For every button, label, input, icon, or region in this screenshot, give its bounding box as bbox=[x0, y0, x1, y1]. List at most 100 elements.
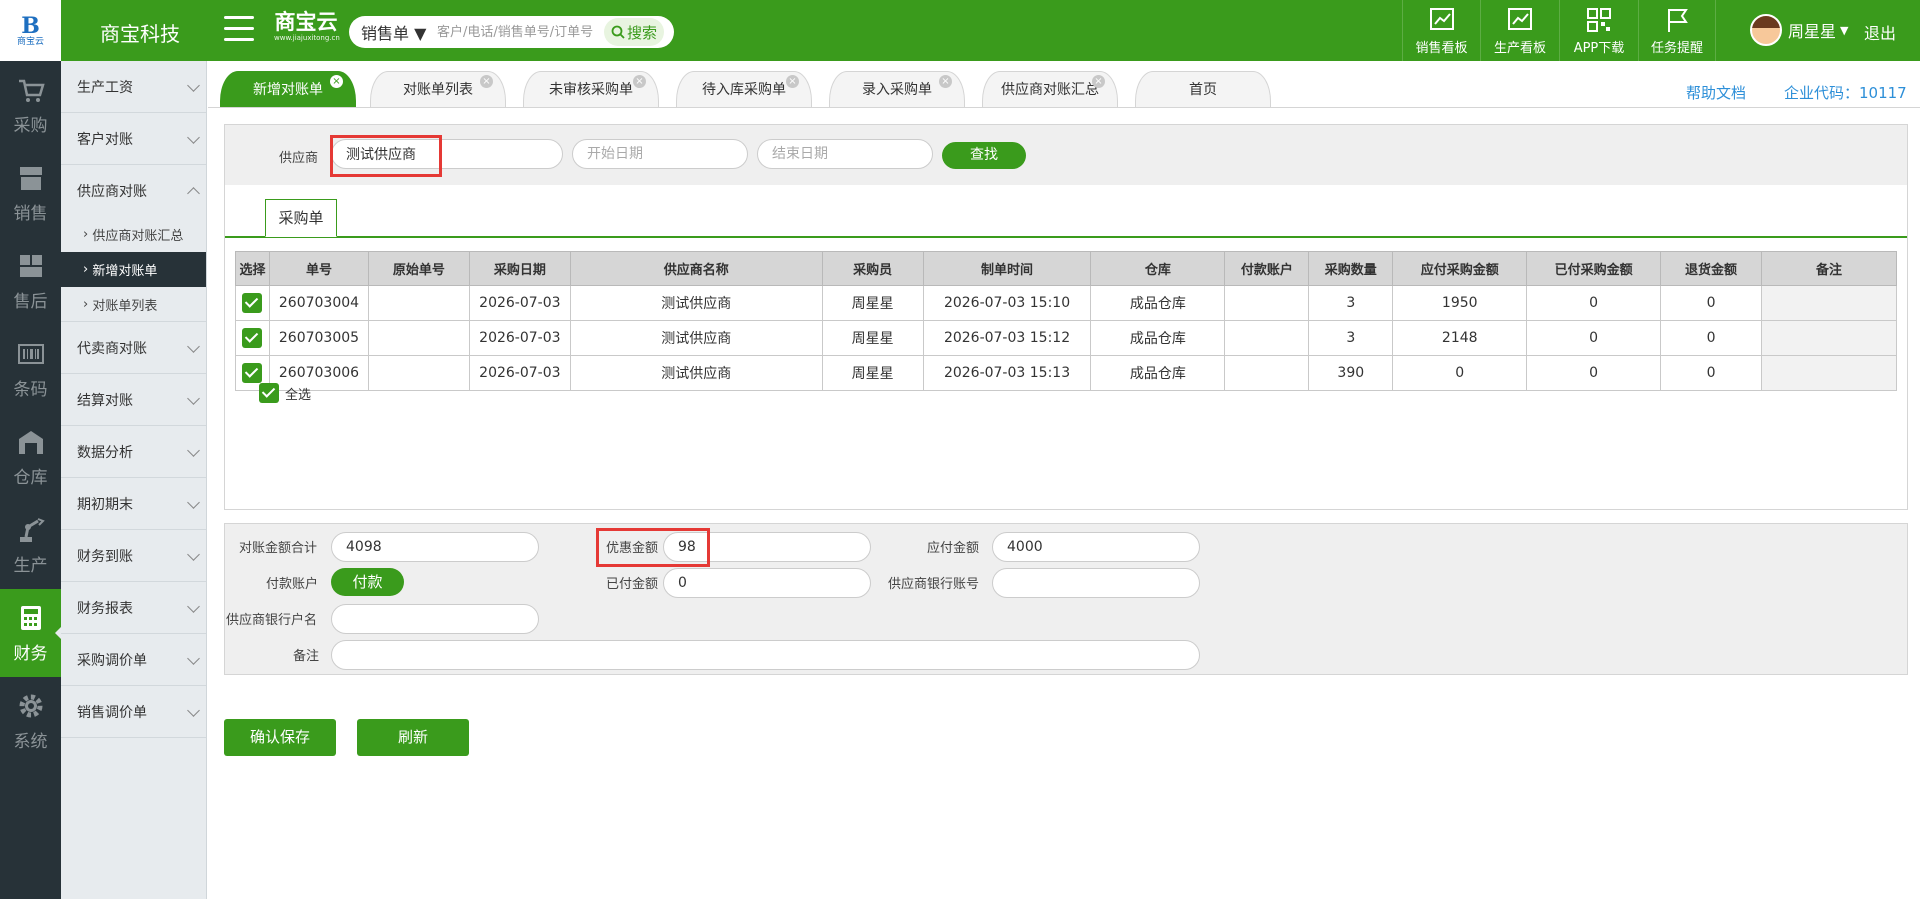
logout-link[interactable]: 退出 bbox=[1864, 20, 1896, 44]
close-icon[interactable]: × bbox=[480, 75, 493, 88]
paid-input[interactable] bbox=[663, 568, 871, 598]
table-cell: 2026-07-03 15:10 bbox=[922, 285, 1092, 321]
global-search: 销售单 ▼ 搜索 bbox=[349, 16, 674, 48]
find-button[interactable]: 查找 bbox=[942, 142, 1026, 169]
menu-toggle-icon[interactable] bbox=[224, 16, 254, 42]
side-menu: 生产工资 客户对账 供应商对账 › 供应商对账汇总 › 新增对账单 › 对账单列… bbox=[61, 61, 207, 899]
tab-pending-inbound[interactable]: 待入库采购单 × bbox=[676, 71, 812, 107]
cart-icon bbox=[18, 79, 45, 102]
nav-app-download[interactable]: APP下载 bbox=[1559, 0, 1638, 61]
search-button[interactable]: 搜索 bbox=[604, 18, 664, 46]
submenu-label: 对账单列表 bbox=[92, 298, 158, 314]
module-barcode[interactable]: 条码 bbox=[0, 325, 61, 413]
nav-label: APP下载 bbox=[1573, 41, 1625, 56]
chevron-down-icon bbox=[187, 600, 200, 613]
table-cell-note[interactable] bbox=[1761, 320, 1897, 356]
tab-supplier-summary[interactable]: 供应商对账汇总 × bbox=[982, 71, 1118, 107]
checkbox[interactable] bbox=[242, 293, 263, 313]
payable-label: 应付金额 bbox=[927, 541, 980, 556]
module-label: 条码 bbox=[13, 379, 48, 400]
end-date-input[interactable] bbox=[757, 139, 933, 169]
chevron-down-icon bbox=[187, 496, 200, 509]
note-input[interactable] bbox=[331, 640, 1200, 670]
tab-home[interactable]: 首页 bbox=[1135, 71, 1271, 107]
submenu-statement-list[interactable]: › 对账单列表 bbox=[61, 287, 206, 322]
chevron-down-icon bbox=[187, 79, 200, 92]
table-cell: 0 bbox=[1526, 320, 1662, 356]
account-label: 付款账户 bbox=[266, 577, 319, 592]
tab-purchase-orders[interactable]: 采购单 bbox=[265, 199, 337, 237]
brand-name: 商宝云 bbox=[274, 10, 338, 34]
column-header: 选择 bbox=[235, 251, 270, 286]
menu-supplier-reconcile[interactable]: 供应商对账 bbox=[61, 165, 206, 217]
table-row[interactable]: 260703006 2026-07-03 测试供应商 周星星 2026-07-0… bbox=[235, 355, 1897, 391]
close-icon[interactable]: × bbox=[633, 75, 646, 88]
select-all-checkbox[interactable] bbox=[259, 383, 279, 403]
logo[interactable]: B 商宝云 bbox=[0, 0, 61, 61]
help-doc-link[interactable]: 帮助文档 bbox=[1686, 82, 1746, 103]
note-label: 备注 bbox=[293, 649, 320, 664]
module-production[interactable]: 生产 bbox=[0, 501, 61, 589]
select-all-label: 全选 bbox=[285, 387, 312, 403]
pay-account-button[interactable]: 付款 bbox=[331, 568, 404, 596]
menu-period[interactable]: 期初期末 bbox=[61, 478, 206, 530]
module-sales[interactable]: 销售 bbox=[0, 149, 61, 237]
column-header: 制单时间 bbox=[922, 251, 1092, 286]
bank-name-input[interactable] bbox=[331, 604, 539, 634]
module-warehouse[interactable]: 仓库 bbox=[0, 413, 61, 501]
submenu-new-statement[interactable]: › 新增对账单 bbox=[61, 252, 206, 287]
tab-statement-list[interactable]: 对账单列表 × bbox=[370, 71, 506, 107]
checkbox[interactable] bbox=[242, 328, 263, 348]
tab-label: 待入库采购单 bbox=[702, 82, 786, 98]
menu-settlement[interactable]: 结算对账 bbox=[61, 374, 206, 426]
close-icon[interactable]: × bbox=[939, 75, 952, 88]
menu-production-wage[interactable]: 生产工资 bbox=[61, 61, 206, 113]
column-header: 采购日期 bbox=[468, 251, 571, 286]
table-cell: 260703005 bbox=[268, 320, 369, 356]
total-input[interactable] bbox=[331, 532, 539, 562]
search-type-select[interactable]: 销售单 ▼ bbox=[349, 20, 437, 44]
close-icon[interactable]: × bbox=[786, 75, 799, 88]
robot-arm-icon bbox=[19, 517, 45, 542]
module-label: 系统 bbox=[13, 731, 48, 752]
menu-sales-price-adjust[interactable]: 销售调价单 bbox=[61, 686, 206, 738]
user-menu[interactable]: 周星星 ▼ bbox=[1750, 14, 1848, 46]
table-row[interactable]: 260703005 2026-07-03 测试供应商 周星星 2026-07-0… bbox=[235, 320, 1897, 356]
menu-purchase-price-adjust[interactable]: 采购调价单 bbox=[61, 634, 206, 686]
table-cell: 成品仓库 bbox=[1090, 320, 1226, 356]
table-cell-note[interactable] bbox=[1761, 285, 1897, 321]
menu-consignee-reconcile[interactable]: 代卖商对账 bbox=[61, 322, 206, 374]
menu-finance-arrival[interactable]: 财务到账 bbox=[61, 530, 206, 582]
table-cell: 0 bbox=[1660, 285, 1763, 321]
module-after-sales[interactable]: 售后 bbox=[0, 237, 61, 325]
menu-finance-report[interactable]: 财务报表 bbox=[61, 582, 206, 634]
select-all[interactable]: 全选 bbox=[259, 383, 311, 403]
tab-new-statement[interactable]: 新增对账单 × bbox=[220, 71, 356, 107]
table-cell: 成品仓库 bbox=[1090, 355, 1226, 391]
menu-customer-reconcile[interactable]: 客户对账 bbox=[61, 113, 206, 165]
search-input[interactable] bbox=[437, 18, 604, 46]
table-row[interactable]: 260703004 2026-07-03 测试供应商 周星星 2026-07-0… bbox=[235, 285, 1897, 321]
nav-sales-board[interactable]: 销售看板 bbox=[1402, 0, 1480, 61]
table-cell: 0 bbox=[1526, 355, 1662, 391]
payable-input[interactable] bbox=[992, 532, 1200, 562]
close-icon[interactable]: × bbox=[330, 75, 343, 88]
nav-task-reminder[interactable]: 任务提醒 bbox=[1638, 0, 1716, 61]
nav-production-board[interactable]: 生产看板 bbox=[1480, 0, 1559, 61]
tab-enter-purchase[interactable]: 录入采购单 × bbox=[829, 71, 965, 107]
close-icon[interactable]: × bbox=[1092, 75, 1105, 88]
module-purchase[interactable]: 采购 bbox=[0, 61, 61, 149]
start-date-input[interactable] bbox=[572, 139, 748, 169]
confirm-save-button[interactable]: 确认保存 bbox=[224, 719, 336, 756]
module-system[interactable]: 系统 bbox=[0, 677, 61, 765]
menu-data-analysis[interactable]: 数据分析 bbox=[61, 426, 206, 478]
logo-icon: B bbox=[21, 12, 40, 39]
checkbox[interactable] bbox=[242, 363, 263, 383]
table-cell-note[interactable] bbox=[1761, 355, 1897, 391]
module-finance[interactable]: 财务 bbox=[0, 589, 61, 677]
refresh-button[interactable]: 刷新 bbox=[357, 719, 469, 756]
tab-unaudited-purchase[interactable]: 未审核采购单 × bbox=[523, 71, 659, 107]
bank-account-input[interactable] bbox=[992, 568, 1200, 598]
submenu-supplier-summary[interactable]: › 供应商对账汇总 bbox=[61, 217, 206, 252]
table-cell bbox=[367, 320, 470, 356]
